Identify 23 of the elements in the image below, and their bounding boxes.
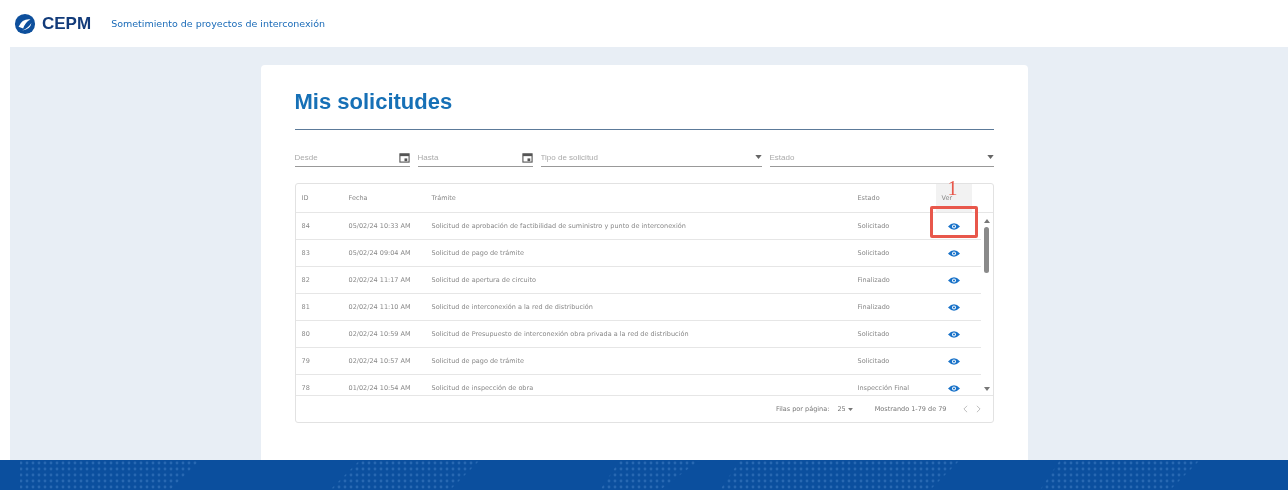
- calendar-icon[interactable]: [521, 151, 533, 163]
- brand-name: CEPM: [42, 13, 92, 34]
- page-title: Mis solicitudes: [294, 89, 994, 130]
- highlight-frame: [929, 206, 978, 238]
- eye-icon[interactable]: [947, 383, 960, 393]
- select-field[interactable]: Tipo de solicitud: [540, 152, 755, 162]
- date-field[interactable]: Desde: [294, 152, 399, 162]
- calendar-icon[interactable]: [398, 151, 410, 163]
- caret-icon[interactable]: [986, 155, 994, 159]
- select-field[interactable]: Estado: [769, 152, 987, 162]
- eye-icon[interactable]: [947, 248, 960, 258]
- eye-icon[interactable]: [947, 329, 960, 339]
- app-subtitle: Sometimiento de proyectos de interconexión: [111, 18, 326, 29]
- date-field[interactable]: Hasta: [417, 152, 522, 162]
- eye-icon[interactable]: [947, 356, 960, 366]
- scroll-down-icon[interactable]: [983, 387, 990, 391]
- caret-icon[interactable]: [847, 408, 853, 411]
- eye-icon[interactable]: [947, 221, 960, 231]
- logo-icon: [14, 12, 36, 35]
- eye-icon[interactable]: [947, 275, 960, 285]
- caret-icon[interactable]: [754, 155, 762, 159]
- eye-icon[interactable]: [947, 302, 960, 312]
- scroll-up-icon[interactable]: [983, 219, 990, 223]
